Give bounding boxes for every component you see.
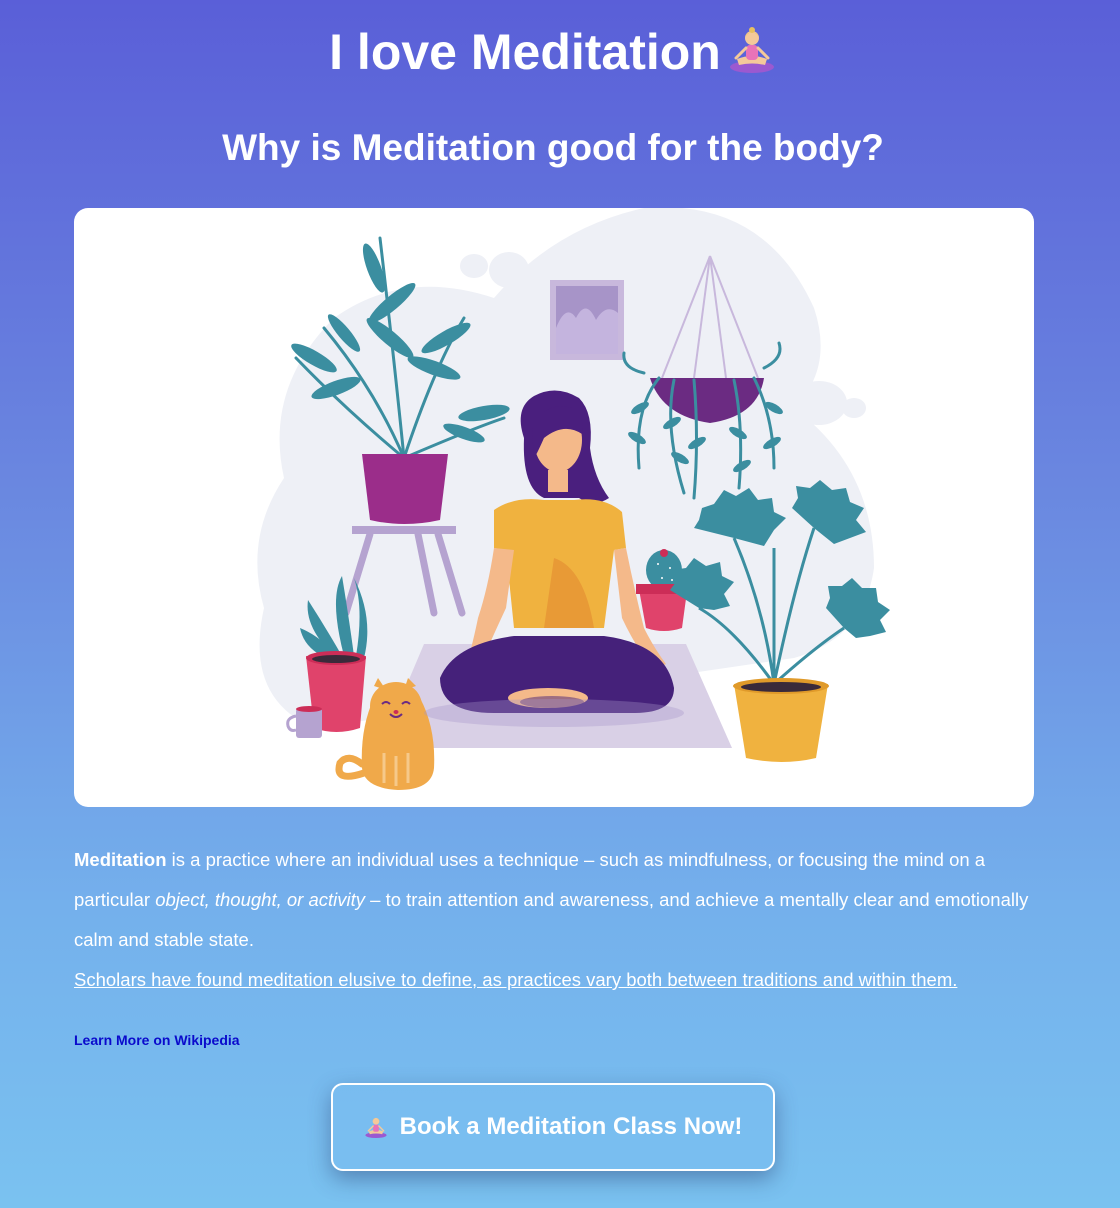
wall-frame [550,280,624,360]
lotus-position-icon [729,27,774,73]
lotus-position-icon [365,1117,387,1139]
book-class-button[interactable]: Book a Meditation Class Now! [331,1083,775,1171]
page-title-text: I love Meditation [329,24,721,80]
scholars-note[interactable]: Scholars have found meditation elusive t… [74,960,1044,1000]
wikipedia-link[interactable]: Learn More on Wikipedia [74,1032,240,1048]
description-italic: object, thought, or activity [155,889,366,910]
book-class-label: Book a Meditation Class Now! [399,1113,743,1140]
hero-image-card [74,208,1034,807]
meditation-term: Meditation [74,849,167,870]
meditation-description: Meditation is a practice where an indivi… [74,840,1044,960]
page: I love Meditation Why is Meditation good… [0,0,1120,1208]
meditation-illustration [257,208,890,790]
page-title: I love Meditation [0,24,1106,80]
page-subtitle: Why is Meditation good for the body? [222,127,884,168]
